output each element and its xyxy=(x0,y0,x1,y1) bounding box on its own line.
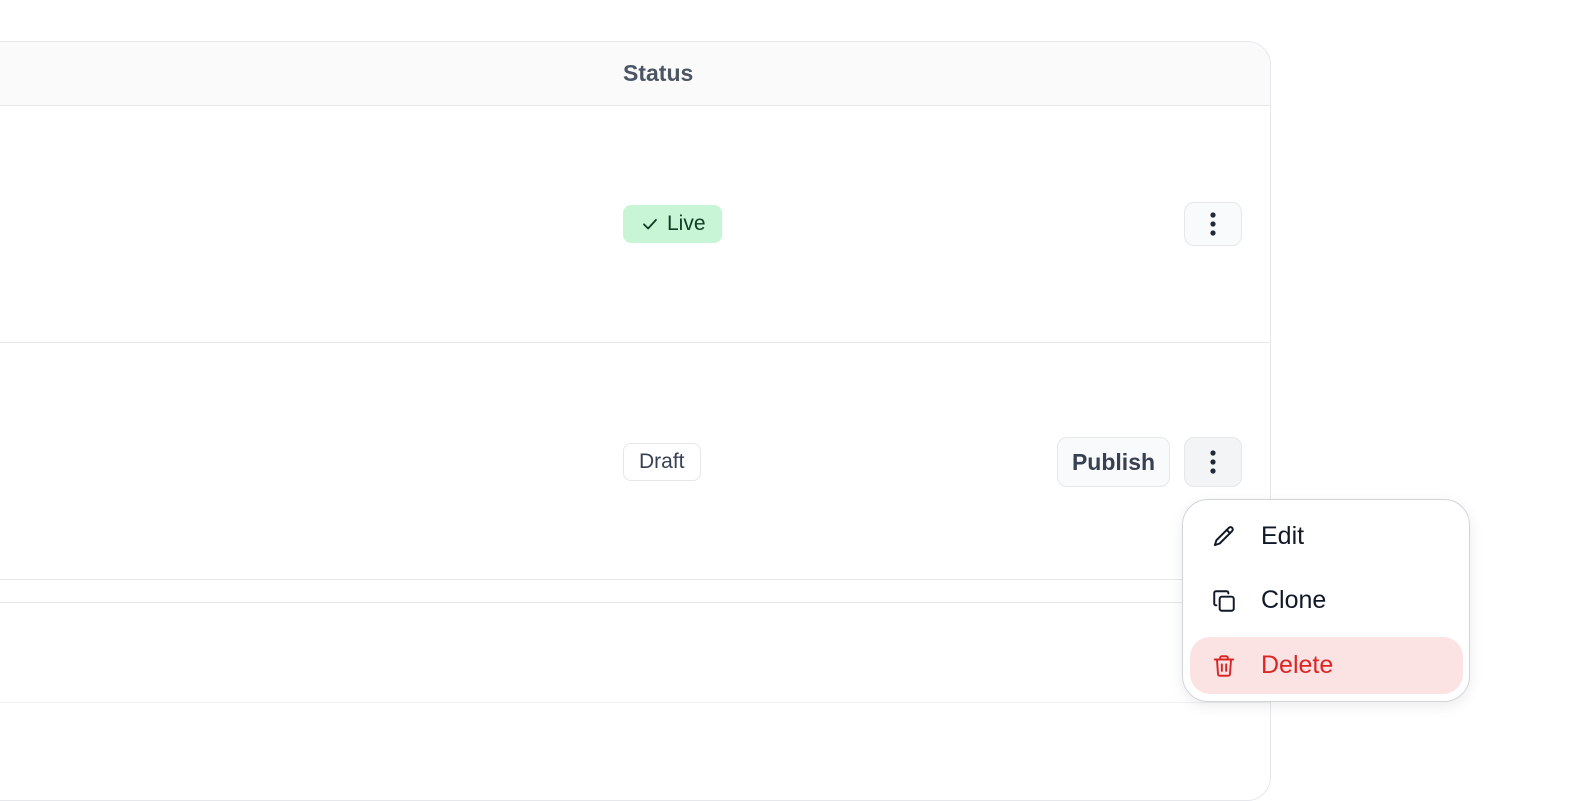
status-badge-draft: Draft xyxy=(623,443,701,481)
menu-item-clone[interactable]: Clone xyxy=(1190,572,1463,629)
items-table: Status Live Draft Publish xyxy=(0,41,1271,801)
menu-item-label: Delete xyxy=(1261,651,1334,679)
table-header: Status xyxy=(0,42,1270,106)
trash-icon xyxy=(1213,654,1235,677)
row-actions-menu: Edit Clone Delete xyxy=(1182,499,1470,702)
table-row: Live xyxy=(0,106,1270,343)
row-actions-button[interactable] xyxy=(1184,202,1242,246)
status-badge-live: Live xyxy=(623,205,722,243)
menu-item-edit[interactable]: Edit xyxy=(1190,508,1463,565)
copy-icon xyxy=(1213,589,1235,612)
row-actions-button[interactable] xyxy=(1184,437,1242,487)
publish-button[interactable]: Publish xyxy=(1057,437,1170,487)
check-icon xyxy=(643,218,657,230)
status-badge-label: Draft xyxy=(639,450,685,473)
table-row: Draft Publish xyxy=(0,343,1270,580)
status-badge-label: Live xyxy=(667,212,706,235)
menu-item-label: Edit xyxy=(1261,522,1305,550)
more-vertical-icon xyxy=(1210,212,1216,236)
more-vertical-icon xyxy=(1210,450,1216,474)
pencil-icon xyxy=(1213,525,1234,546)
column-header-status: Status xyxy=(623,60,694,86)
menu-item-label: Clone xyxy=(1261,586,1327,614)
menu-item-delete[interactable]: Delete xyxy=(1190,637,1463,694)
table-row xyxy=(0,602,1270,703)
